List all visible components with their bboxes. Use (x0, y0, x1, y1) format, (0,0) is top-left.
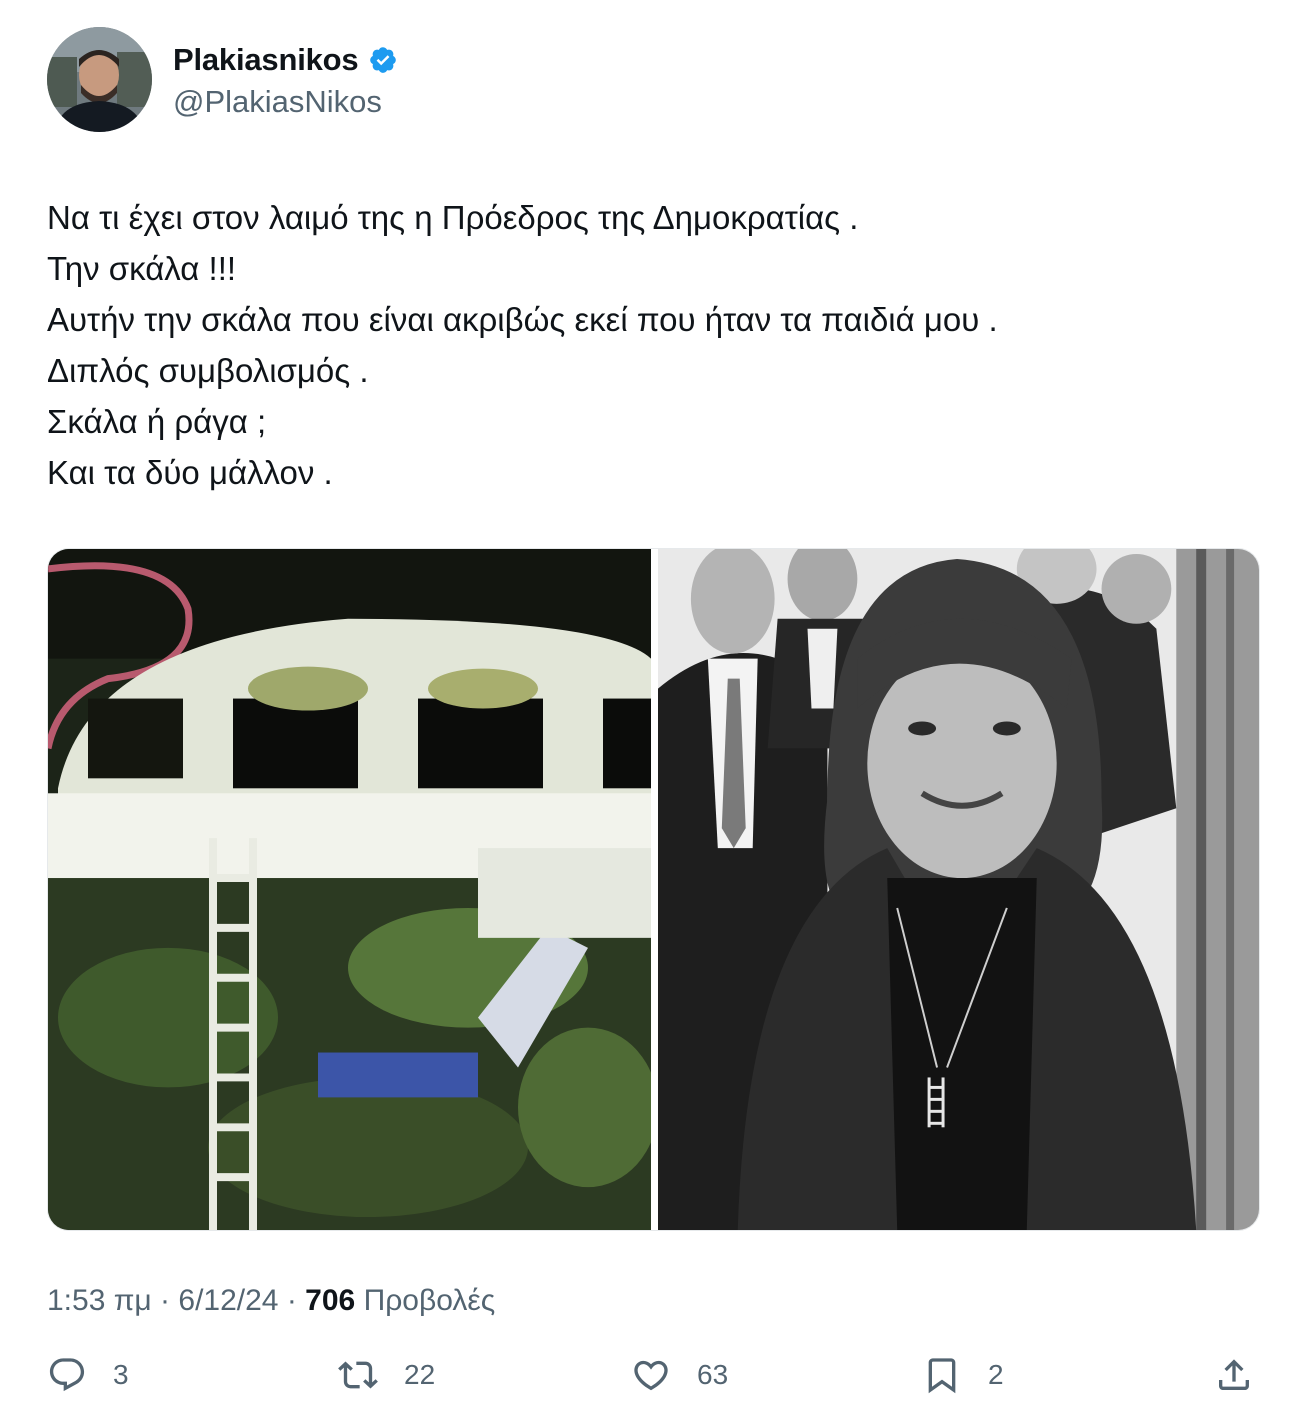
tweet-text: Να τι έχει στον λαιμό της η Πρόεδρος της… (47, 192, 1257, 498)
verified-badge-icon (370, 46, 397, 73)
meta-separator: · (151, 1284, 179, 1317)
meta-separator: · (278, 1284, 306, 1317)
bookmark-count: 2 (988, 1359, 1004, 1390)
share-icon (1219, 1359, 1249, 1390)
author-display-name[interactable]: Plakiasnikos (173, 42, 359, 78)
like-count: 63 (697, 1359, 729, 1390)
tweet-header: Plakiasnikos @PlakiasNikos (47, 27, 398, 132)
tweet-meta: 1:53 πμ · 6/12/24 · 706 Προβολές (47, 1284, 495, 1318)
bookmark-button[interactable]: 2 (922, 1355, 1004, 1395)
tweet-line: Σκάλα ή ράγα ; (47, 403, 267, 440)
reply-count: 3 (113, 1359, 129, 1390)
reply-icon (49, 1358, 85, 1392)
author-handle[interactable]: @PlakiasNikos (173, 84, 398, 120)
repost-button[interactable]: 22 (338, 1355, 435, 1395)
media-photo-train-wreck[interactable] (48, 549, 651, 1230)
tweet-line: Και τα δύο μάλλον . (47, 454, 333, 491)
reply-button[interactable]: 3 (47, 1355, 129, 1395)
tweet-line: Την σκάλα !!! (47, 250, 237, 287)
avatar-image (47, 27, 152, 132)
tweet-line: Διπλός συμβολισμός . (47, 352, 369, 389)
heart-icon (634, 1360, 668, 1391)
share-button[interactable] (1214, 1355, 1254, 1395)
tweet-line: Να τι έχει στον λαιμό της η Πρόεδρος της… (47, 199, 859, 236)
views-count: 706 (305, 1284, 356, 1317)
tweet-date[interactable]: 6/12/24 (178, 1284, 278, 1317)
views-label: Προβολές (363, 1284, 496, 1317)
bookmark-icon (928, 1358, 956, 1394)
tweet-line: Αυτήν την σκάλα που είναι ακριβώς εκεί π… (47, 301, 998, 338)
like-button[interactable]: 63 (631, 1355, 728, 1395)
tweet-actions: 3 22 63 2 (0, 1355, 1297, 1405)
tweet-time[interactable]: 1:53 πμ (47, 1284, 152, 1317)
avatar[interactable] (47, 27, 152, 132)
portrait-image (658, 549, 1259, 1230)
media-photo-portrait[interactable] (658, 549, 1259, 1230)
media-grid (47, 548, 1260, 1231)
repost-icon (338, 1361, 378, 1389)
repost-count: 22 (404, 1359, 436, 1390)
train-wreck-image (48, 549, 651, 1230)
